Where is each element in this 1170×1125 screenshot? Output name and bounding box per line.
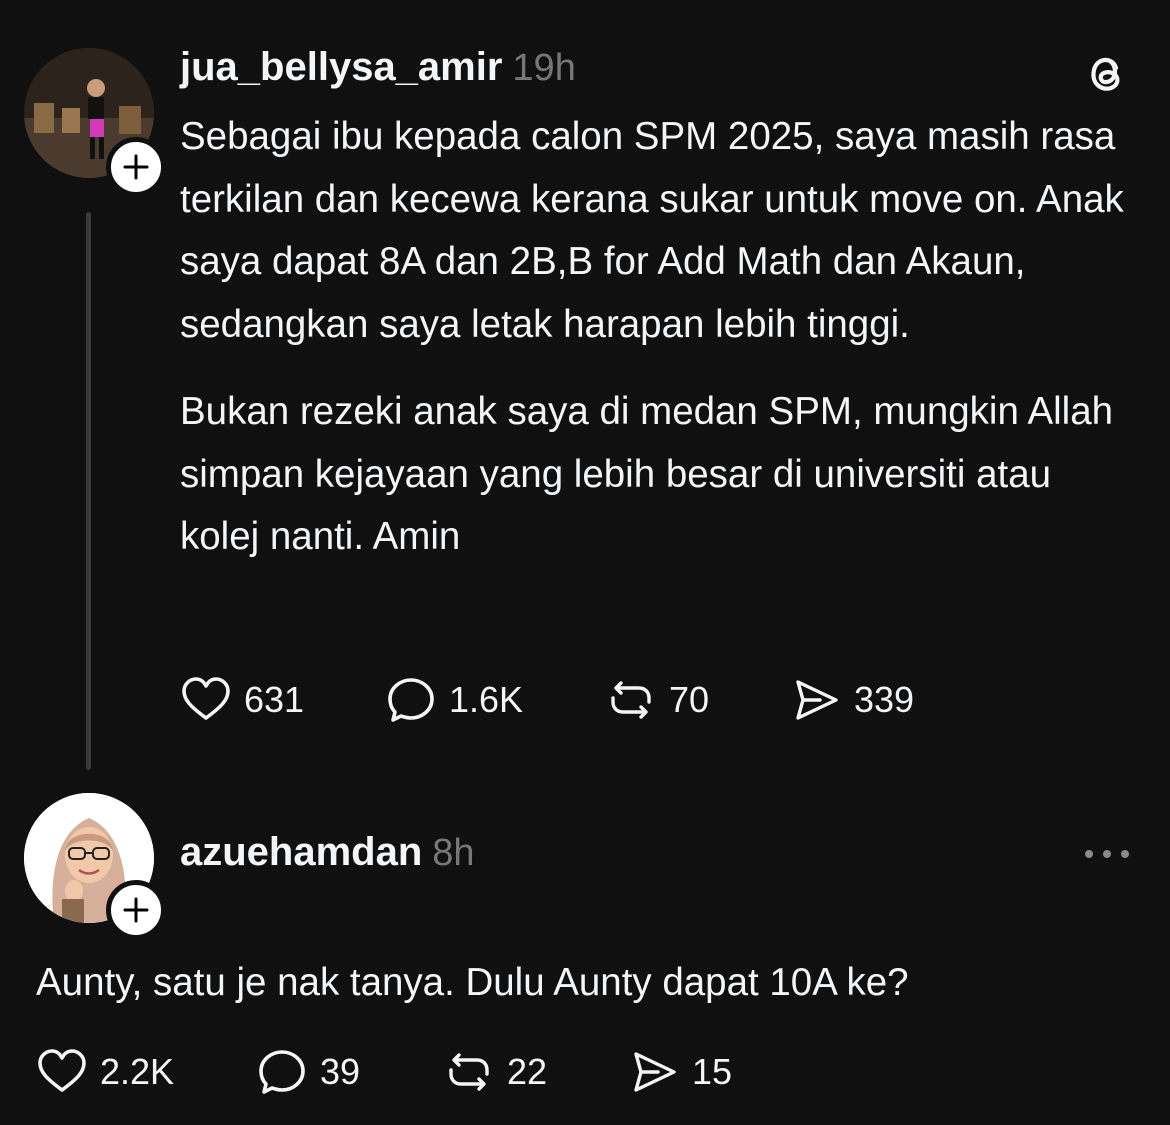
share-count: 15 — [692, 1051, 733, 1092]
repost-icon — [611, 681, 651, 719]
post-username[interactable]: jua_bellysa_amir — [180, 45, 502, 90]
reply-count: 1.6K — [449, 679, 524, 720]
like-count: 631 — [244, 679, 305, 720]
repost-count: 70 — [669, 679, 710, 720]
repost-icon — [449, 1053, 489, 1091]
post-body: Sebagai ibu kepada calon SPM 2025, saya … — [180, 106, 1140, 569]
repost-button[interactable]: 70 — [605, 674, 790, 726]
follow-plus-icon[interactable] — [106, 137, 166, 197]
reply-count: 39 — [320, 1051, 361, 1092]
post-paragraph: Bukan rezeki anak saya di medan SPM, mun… — [180, 390, 1114, 558]
send-icon — [796, 680, 838, 720]
post-paragraph: Sebagai ibu kepada calon SPM 2025, saya … — [180, 115, 1124, 346]
like-button[interactable]: 2.2K — [36, 1046, 256, 1098]
send-icon — [634, 1052, 676, 1092]
heart-icon — [38, 1049, 86, 1092]
reply-text: Aunty, satu je nak tanya. Dulu Aunty dap… — [36, 961, 909, 1004]
reply-button[interactable]: 1.6K — [385, 674, 605, 726]
reply-time: 8h — [432, 832, 475, 874]
reply-button[interactable]: 39 — [256, 1046, 443, 1098]
threads-logo-icon[interactable] — [1082, 48, 1130, 96]
follow-plus-icon[interactable] — [106, 880, 166, 940]
reply-actions: 2.2K 39 22 15 — [36, 1044, 732, 1100]
share-count: 339 — [854, 679, 915, 720]
comment-icon — [259, 1050, 305, 1094]
heart-icon — [182, 677, 230, 720]
share-button[interactable]: 15 — [628, 1046, 732, 1098]
comment-icon — [388, 678, 434, 722]
reply-header: azuehamdan 8h — [180, 830, 475, 880]
post-time: 19h — [512, 47, 576, 89]
like-count: 2.2K — [100, 1051, 175, 1092]
share-button[interactable]: 339 — [790, 674, 914, 726]
thread-connector-line — [86, 212, 91, 770]
like-button[interactable]: 631 — [180, 674, 385, 726]
reply-username[interactable]: azuehamdan — [180, 830, 422, 875]
post-header: jua_bellysa_amir 19h — [180, 45, 576, 95]
repost-count: 22 — [507, 1051, 548, 1092]
repost-button[interactable]: 22 — [443, 1046, 628, 1098]
post-actions: 631 1.6K 70 339 — [180, 672, 914, 728]
more-dots-icon[interactable] — [1082, 842, 1132, 866]
